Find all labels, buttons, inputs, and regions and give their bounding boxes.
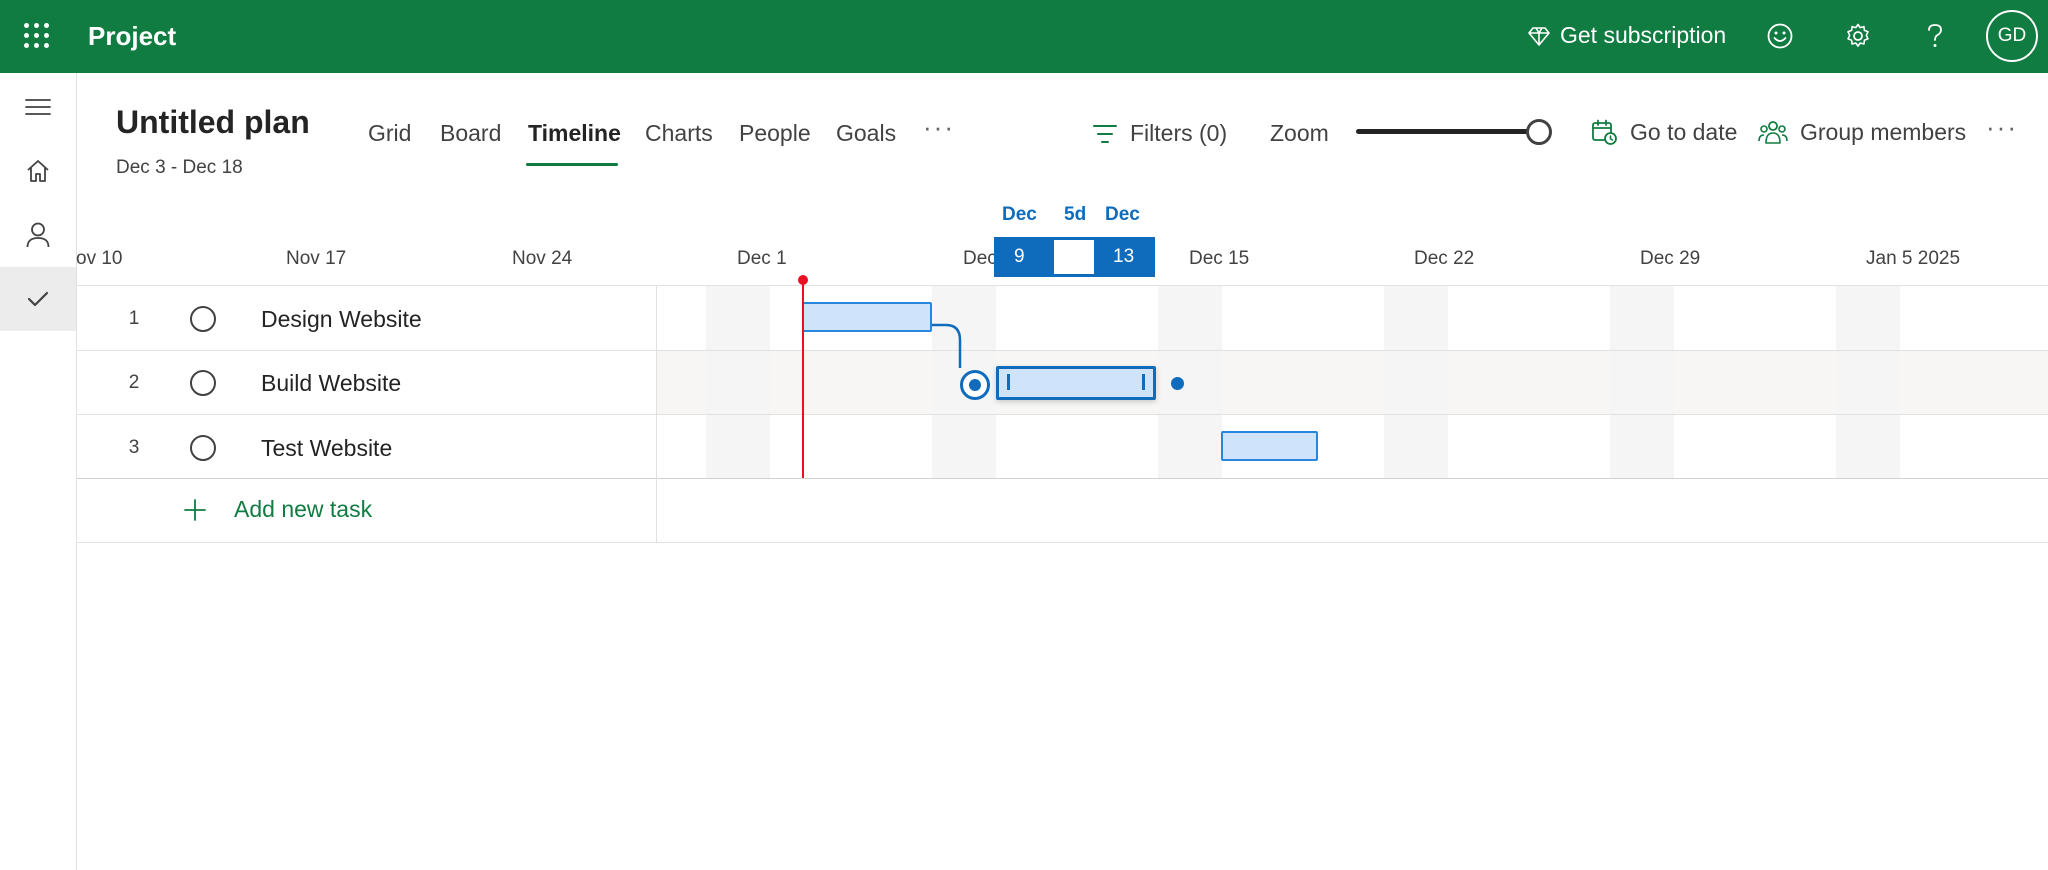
- resize-handle-left[interactable]: [1007, 374, 1010, 390]
- task-bar-selected[interactable]: [996, 366, 1156, 400]
- task-bar[interactable]: [1221, 431, 1318, 461]
- today-marker-dot: [798, 275, 808, 285]
- task-bar[interactable]: [802, 302, 932, 332]
- dependency-start-handle[interactable]: [960, 370, 990, 400]
- resize-handle-right[interactable]: [1142, 374, 1145, 390]
- dependency-connector: [932, 323, 962, 368]
- today-marker: [802, 280, 804, 478]
- dependency-end-handle[interactable]: [1171, 377, 1184, 390]
